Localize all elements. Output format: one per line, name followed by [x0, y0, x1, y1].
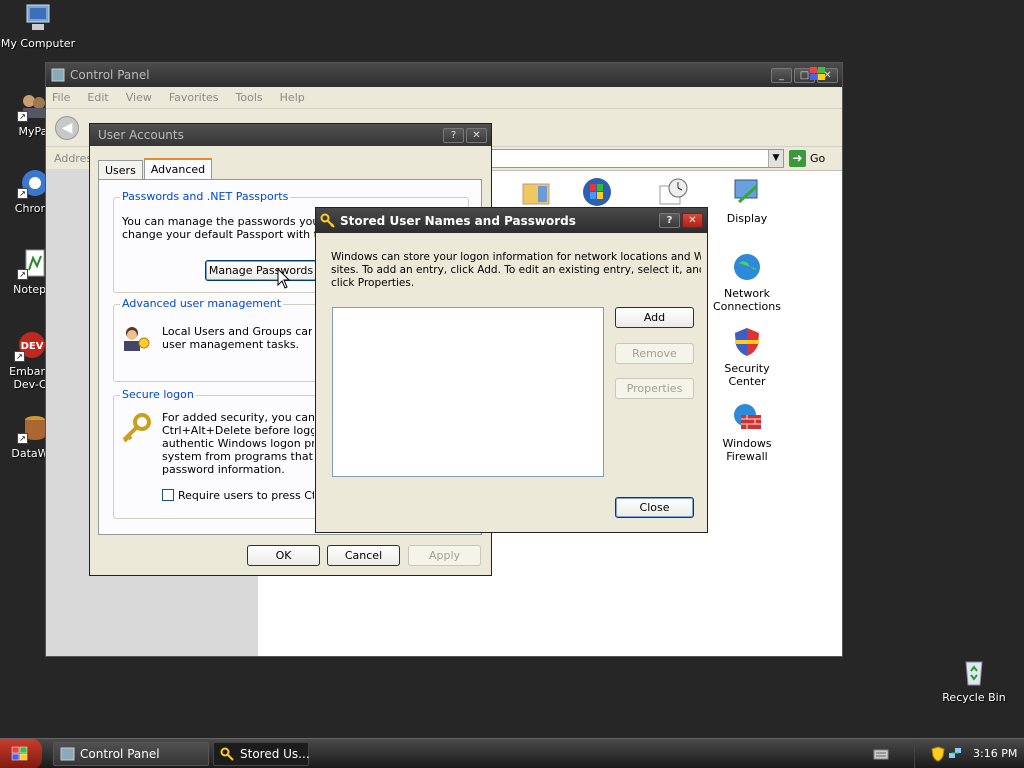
key-icon: [220, 747, 234, 761]
control-panel-icon: [51, 68, 65, 82]
ok-button[interactable]: OK: [247, 545, 320, 566]
checkbox-label: Require users to press Ctrl+: [178, 489, 314, 502]
cp-icon-windows-firewall[interactable]: Windows Firewall: [712, 401, 782, 463]
stored-passwords-titlebar[interactable]: Stored User Names and Passwords ? ✕: [316, 208, 707, 233]
help-button[interactable]: ?: [659, 213, 680, 228]
menu-view[interactable]: View: [126, 91, 152, 104]
taskbar: Control Panel Stored Us... 3:16 PM: [0, 738, 1024, 768]
advanced-description: Local Users and Groups can be user manag…: [162, 325, 312, 351]
close-dialog-button[interactable]: Close: [615, 497, 694, 518]
manage-passwords-button[interactable]: Manage Passwords: [205, 260, 317, 281]
menu-help[interactable]: Help: [280, 91, 305, 104]
security-shield-icon[interactable]: [931, 746, 945, 762]
cp-icon-display[interactable]: Display: [712, 176, 782, 225]
cp-icon-label: Security Center: [724, 362, 770, 388]
secure-logon-description: For added security, you can rec Ctrl+Alt…: [162, 411, 314, 476]
minimize-button[interactable]: _: [771, 67, 792, 83]
display-icon: [731, 176, 763, 208]
shortcut-arrow-icon: ↗: [14, 351, 25, 362]
add-button[interactable]: Add: [615, 307, 694, 328]
mouse-cursor-icon: [277, 268, 291, 289]
menu-edit[interactable]: Edit: [87, 91, 108, 104]
shortcut-arrow-icon: ↗: [17, 269, 28, 280]
tab-users[interactable]: Users: [98, 160, 143, 179]
properties-button[interactable]: Properties: [615, 378, 694, 399]
tab-advanced[interactable]: Advanced: [143, 158, 213, 179]
desktop-icon-label: My Computer: [0, 37, 76, 50]
window-title: User Accounts: [98, 128, 184, 142]
taskbar-item-control-panel[interactable]: Control Panel: [53, 742, 209, 766]
window-title: Control Panel: [70, 68, 150, 82]
window-title: Stored User Names and Passwords: [340, 213, 576, 228]
key-icon: [122, 413, 151, 443]
cp-icon-network-connections[interactable]: Network Connections: [707, 251, 787, 313]
cp-icon-label: Display: [726, 212, 768, 225]
firewall-icon: [731, 401, 763, 433]
desktop-icon-recycle-bin[interactable]: Recycle Bin: [936, 656, 1012, 704]
require-ctrl-alt-del-checkbox[interactable]: [162, 489, 174, 501]
network-globe-icon: [731, 251, 763, 283]
menu-bar: File Edit View Favorites Tools Help: [46, 67, 842, 109]
apply-button[interactable]: Apply: [408, 545, 481, 566]
devcpp-icon: DEV ↗: [14, 330, 46, 362]
cp-icon-security-center[interactable]: Security Center: [712, 326, 782, 388]
user-accounts-titlebar[interactable]: User Accounts ? ✕: [90, 124, 491, 146]
group-title: Secure logon: [120, 388, 196, 401]
shortcut-arrow-icon: ↗: [17, 188, 28, 199]
shortcut-arrow-icon: ↗: [17, 433, 28, 444]
desktop-icon-label: Recycle Bin: [942, 691, 1006, 704]
stored-user-names-dialog[interactable]: Stored User Names and Passwords ? ✕ Wind…: [315, 207, 708, 533]
stored-passwords-description: Windows can store your logon information…: [331, 251, 701, 289]
windows-logo-icon: [810, 67, 825, 80]
clock[interactable]: 3:16 PM: [973, 747, 1017, 760]
folder-icon: [520, 176, 552, 208]
control-panel-icon: [60, 747, 75, 761]
chevron-down-icon[interactable]: ▼: [768, 150, 783, 167]
passwords-description: You can manage the passwords you hav cha…: [122, 215, 317, 241]
keyboard-icon[interactable]: [873, 748, 889, 760]
start-button[interactable]: [0, 739, 42, 768]
group-title: Advanced user management: [120, 297, 284, 310]
go-button[interactable]: ➜ Go: [789, 150, 825, 167]
remove-button[interactable]: Remove: [615, 343, 694, 364]
recycle-bin-icon: [958, 656, 990, 688]
windows-logo-icon: [11, 746, 28, 761]
cancel-button[interactable]: Cancel: [327, 545, 400, 566]
network-tray-icon[interactable]: [948, 746, 962, 762]
users-groups-icon: [124, 327, 150, 351]
group-title: Passwords and .NET Passports: [120, 190, 291, 203]
desktop-icon-my-computer[interactable]: My Computer: [0, 2, 76, 50]
back-arrow-icon[interactable]: ◀: [55, 116, 79, 140]
go-label: Go: [810, 152, 826, 165]
key-icon: [320, 213, 335, 228]
computer-icon: [22, 2, 54, 34]
close-button[interactable]: ✕: [682, 213, 703, 228]
cp-icon-label: Windows Firewall: [722, 437, 772, 463]
credentials-list[interactable]: [332, 307, 604, 477]
shortcut-arrow-icon: ↗: [17, 111, 28, 122]
tab-strip: Users Advanced: [98, 158, 213, 179]
clock-icon: [657, 176, 689, 208]
close-button[interactable]: ✕: [466, 127, 487, 143]
control-panel-titlebar[interactable]: Control Panel _ □ ✕: [46, 63, 842, 87]
menu-favorites[interactable]: Favorites: [169, 91, 219, 104]
taskbar-item-stored-passwords[interactable]: Stored Us...: [213, 742, 310, 766]
address-label: Addres: [54, 152, 93, 165]
system-tray: 3:16 PM: [914, 739, 1024, 768]
go-arrow-icon: ➜: [789, 150, 806, 167]
menu-tools[interactable]: Tools: [236, 91, 263, 104]
windows-flag-icon: [581, 176, 613, 208]
cp-icon-label: Network Connections: [713, 287, 781, 313]
menu-file[interactable]: File: [52, 91, 70, 104]
help-button[interactable]: ?: [443, 127, 464, 143]
shield-icon: [731, 326, 763, 358]
